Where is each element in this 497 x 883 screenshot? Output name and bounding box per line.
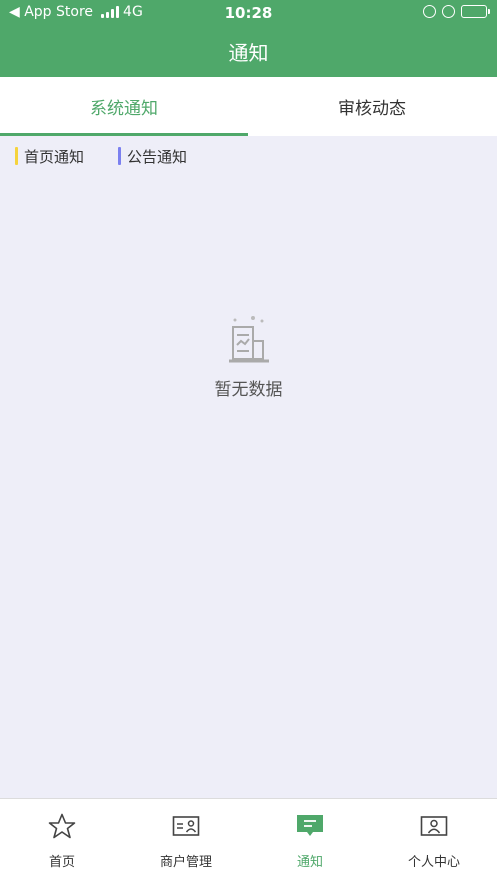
filter-label: 首页通知 [24, 147, 85, 166]
battery-icon [461, 5, 490, 18]
star-icon [48, 813, 76, 839]
page-title: 通知 [228, 41, 269, 65]
status-bar-right [423, 5, 490, 18]
profile-card-icon [420, 816, 448, 836]
blue-marker-icon [118, 147, 121, 165]
nav-label: 首页 [48, 855, 75, 870]
nav-notifications[interactable]: 通知 [248, 799, 372, 883]
nav-home[interactable]: 首页 [0, 799, 124, 883]
notice-filter-row: 首页通知 公告通知 [0, 145, 497, 167]
active-tab-indicator [0, 133, 248, 136]
filter-home-notice[interactable]: 首页通知 [15, 145, 84, 167]
merchant-card-icon [172, 816, 200, 836]
nav-merchant-management[interactable]: 商户管理 [124, 799, 248, 883]
message-icon [297, 815, 323, 836]
filter-label: 公告通知 [127, 147, 188, 166]
rotation-lock-icon [423, 5, 436, 18]
tab-system-notice[interactable]: 系统通知 [0, 77, 248, 136]
header: ◀ App Store 4G 10:28 通知 [0, 0, 497, 77]
nav-label: 通知 [296, 855, 323, 870]
nav-personal-center[interactable]: 个人中心 [372, 799, 496, 883]
tab-label: 系统通知 [90, 99, 158, 119]
nav-label: 商户管理 [159, 855, 212, 870]
empty-state-text: 暂无数据 [214, 380, 283, 400]
empty-data-icon [228, 316, 269, 363]
empty-state: 暂无数据 [0, 313, 497, 400]
bottom-nav: 首页 商户管理 通知 个人中心 [0, 798, 497, 883]
alarm-icon [442, 5, 455, 18]
filter-announcement-notice[interactable]: 公告通知 [118, 145, 187, 167]
tab-review-updates[interactable]: 审核动态 [248, 77, 496, 136]
nav-label: 个人中心 [407, 855, 460, 870]
yellow-marker-icon [15, 147, 18, 165]
tab-bar: 系统通知 审核动态 [0, 77, 497, 136]
status-bar: ◀ App Store 4G 10:28 [0, 0, 497, 26]
tab-label: 审核动态 [338, 99, 406, 119]
